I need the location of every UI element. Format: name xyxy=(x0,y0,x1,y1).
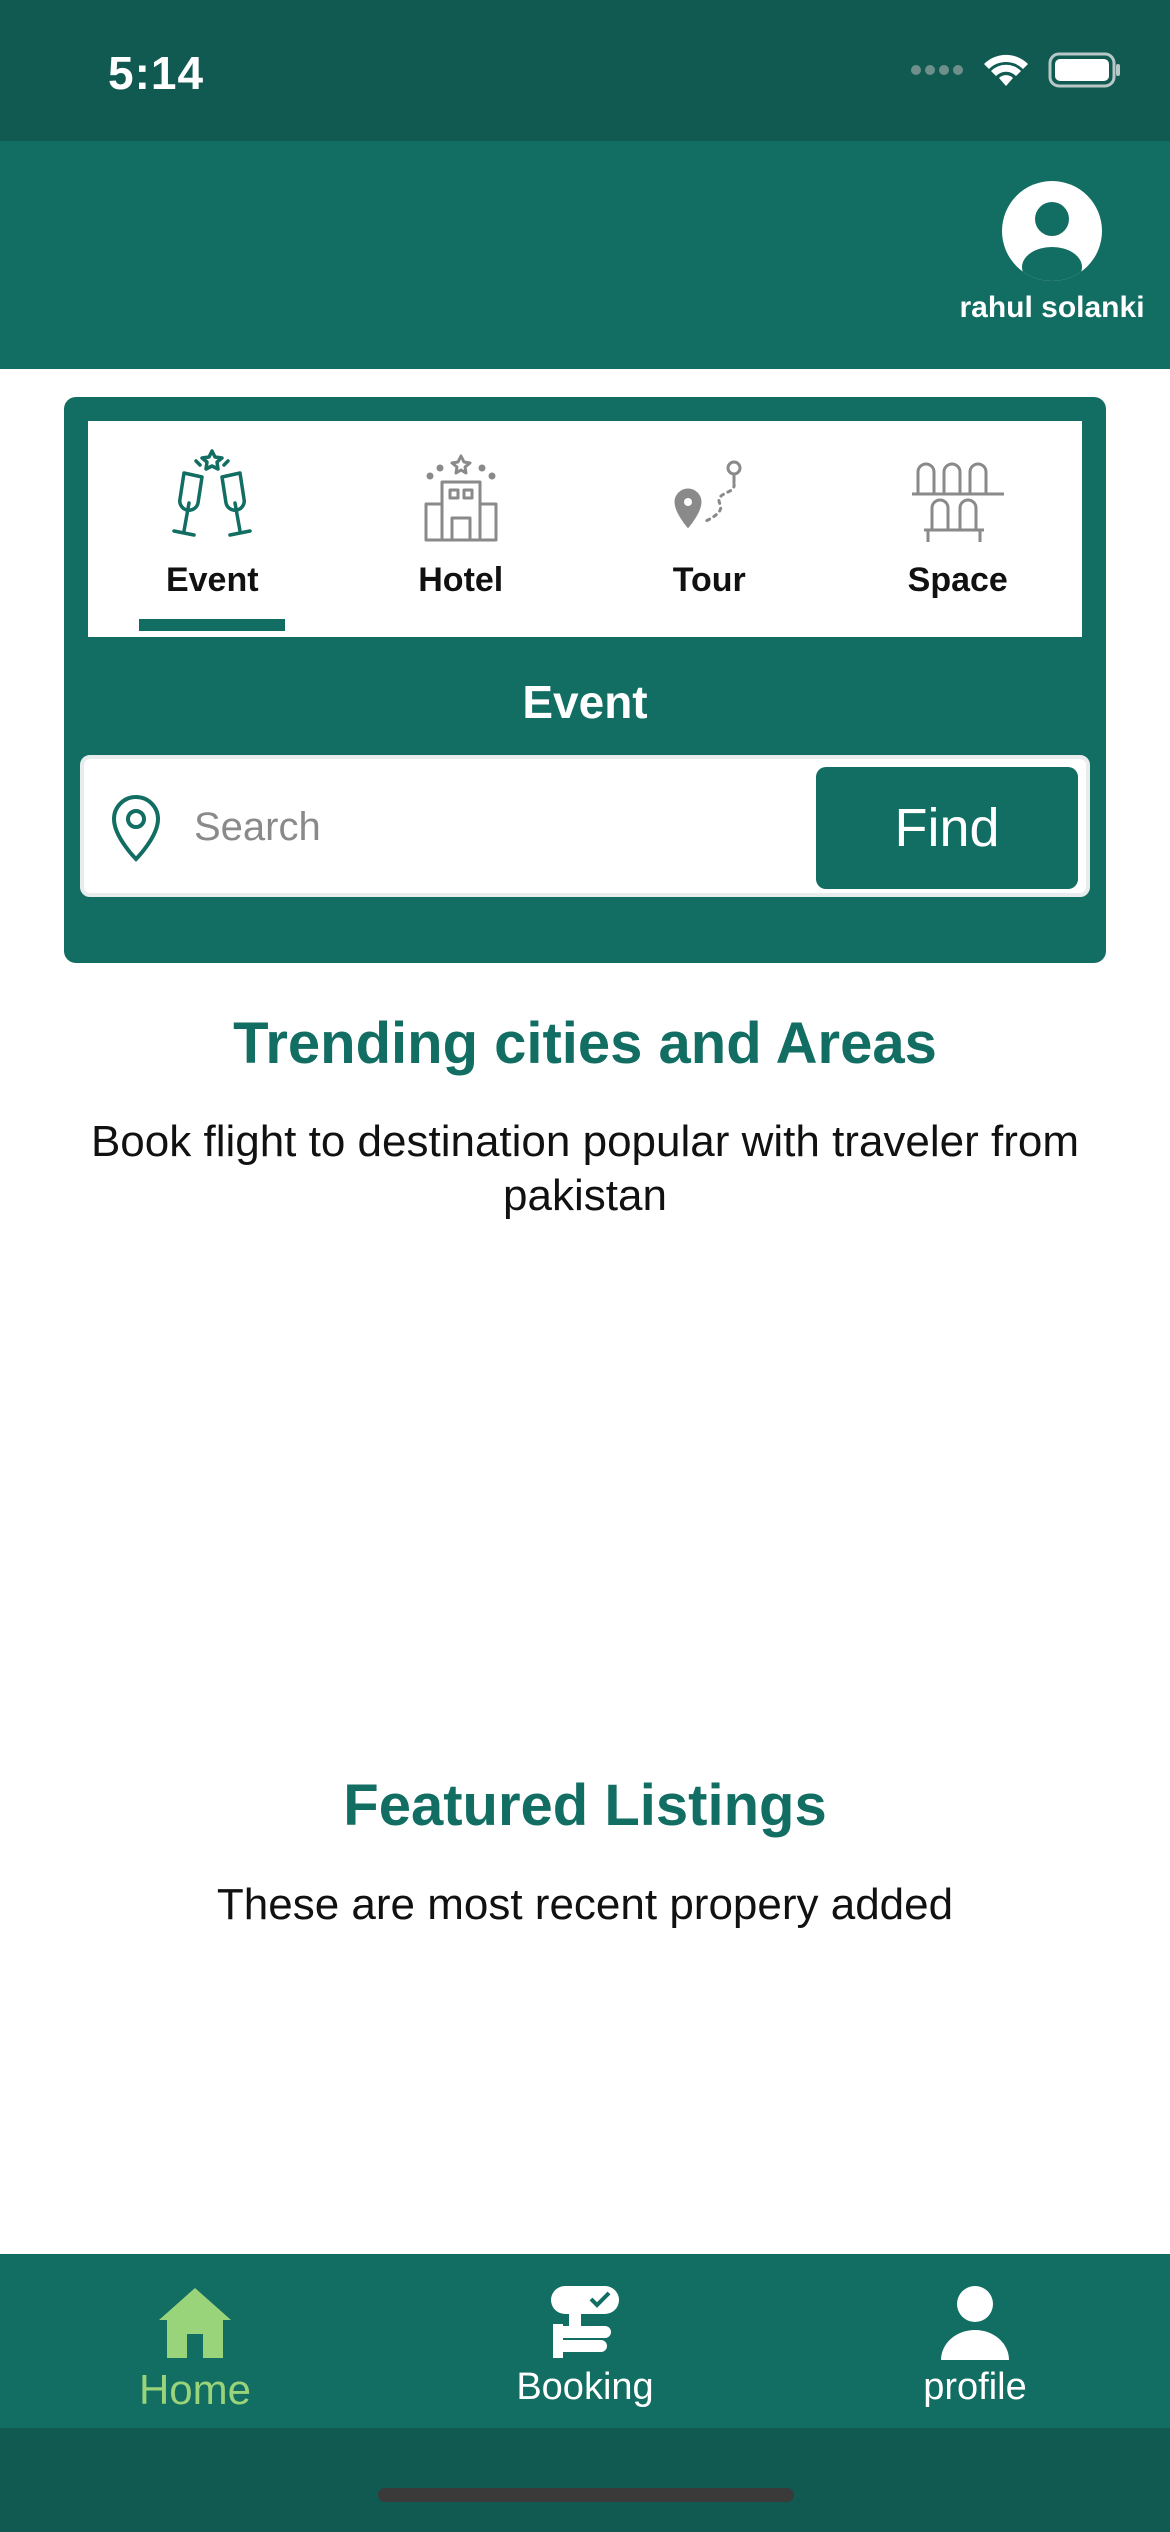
nav-booking[interactable]: Booking xyxy=(390,2254,780,2428)
booking-hand-icon xyxy=(547,2280,623,2360)
location-pin-icon xyxy=(106,793,166,863)
tab-hotel[interactable]: Hotel xyxy=(337,421,586,637)
trending-title: Trending cities and Areas xyxy=(233,1011,937,1076)
seats-icon xyxy=(903,443,1013,553)
bottom-navigation: Home Booking profile xyxy=(0,2254,1170,2428)
nav-profile-label: profile xyxy=(923,2366,1027,2408)
trending-subtitle: Book flight to destination popular with … xyxy=(90,1117,1080,1220)
nav-home-label: Home xyxy=(138,2366,252,2413)
nav-booking-label: Booking xyxy=(516,2366,654,2408)
search-input[interactable] xyxy=(194,779,874,875)
tour-route-icon xyxy=(654,443,764,553)
user-name: rahul solanki xyxy=(959,291,1145,324)
active-tab-indicator xyxy=(139,619,286,631)
home-indicator[interactable] xyxy=(378,2488,794,2502)
battery-icon xyxy=(1048,52,1122,93)
status-bar: 5:14 xyxy=(0,0,1170,141)
tab-tour[interactable]: Tour xyxy=(585,421,834,637)
hotel-building-icon xyxy=(406,443,516,553)
featured-title: Featured Listings xyxy=(343,1773,827,1838)
profile-person-icon xyxy=(937,2280,1013,2360)
home-icon xyxy=(157,2280,233,2360)
tab-tour-label: Tour xyxy=(672,561,746,599)
tab-event[interactable]: Event xyxy=(88,421,337,637)
search-card-title: Event xyxy=(522,676,648,728)
signal-icon xyxy=(910,63,964,82)
featured-subtitle: These are most recent propery added xyxy=(216,1880,954,1929)
tab-hotel-label: Hotel xyxy=(418,561,504,599)
tab-space-label: Space xyxy=(907,561,1008,599)
champagne-glasses-icon xyxy=(157,443,267,553)
wifi-icon xyxy=(982,52,1030,93)
status-icons xyxy=(910,52,1122,93)
tab-event-label: Event xyxy=(165,561,259,599)
home-indicator-area xyxy=(0,2428,1170,2532)
nav-profile[interactable]: profile xyxy=(780,2254,1170,2428)
find-button[interactable]: Find xyxy=(816,767,1078,889)
category-tabs: Event Hotel Tour Space xyxy=(88,421,1082,637)
status-time: 5:14 xyxy=(108,47,205,99)
profile-menu[interactable]: rahul solanki xyxy=(952,181,1152,325)
nav-home[interactable]: Home xyxy=(0,2254,390,2428)
search-bar: Find xyxy=(80,755,1090,897)
user-avatar-icon[interactable] xyxy=(1002,181,1102,281)
search-card: Event Hotel Tour Space Event Search Find xyxy=(64,397,1106,963)
tab-space[interactable]: Space xyxy=(834,421,1083,637)
app-header: rahul solanki xyxy=(0,141,1170,369)
